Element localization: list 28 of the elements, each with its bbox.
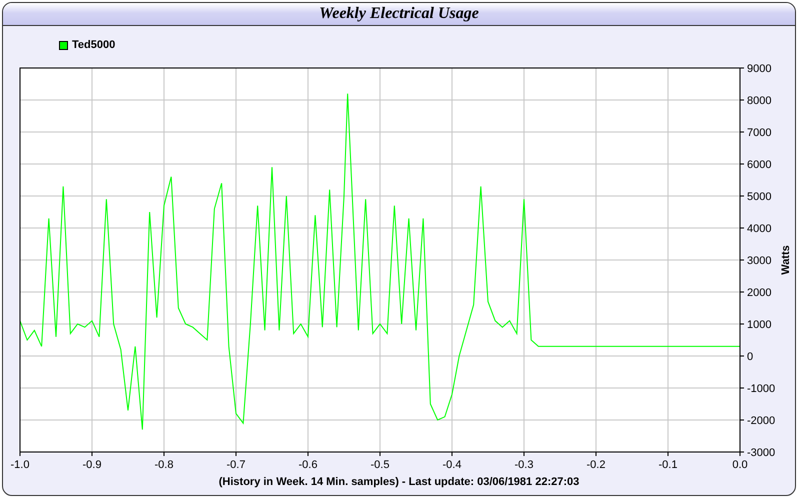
x-tick-label: 0.0 [732,459,748,471]
x-tick-label: -0.9 [82,459,102,471]
x-tick-label: -0.8 [154,459,174,471]
x-tick-label: -0.6 [298,459,318,471]
y-tick-label: 0 [747,351,754,363]
y-axis-title: Watts [780,245,792,275]
y-tick-label: 5000 [747,191,772,203]
x-tick-label: -0.2 [586,459,606,471]
x-tick-label: -0.4 [442,459,462,471]
y-tick-label: -2000 [747,415,776,427]
y-tick-label: -3000 [747,447,776,459]
y-tick-label: 8000 [747,95,772,107]
y-tick-label: 1000 [747,319,772,331]
x-tick-label: -0.3 [514,459,534,471]
x-tick-label: -1.0 [10,459,30,471]
x-tick-label: -0.1 [658,459,678,471]
y-tick-label: 4000 [747,223,772,235]
y-tick-label: 7000 [747,127,772,139]
y-tick-label: 2000 [747,287,772,299]
chart-title: Weekly Electrical Usage [319,5,479,23]
y-tick-label: -1000 [747,383,776,395]
x-tick-label: -0.5 [370,459,390,471]
x-axis-title: (History in Week. 14 Min. samples) - Last update: 03/06/1981 22:27:03 [218,476,580,488]
x-tick-label: -0.7 [226,459,246,471]
y-tick-label: 3000 [747,255,772,267]
legend-label: Ted5000 [72,39,116,51]
y-tick-label: 6000 [747,159,772,171]
y-tick-label: 9000 [747,63,772,75]
